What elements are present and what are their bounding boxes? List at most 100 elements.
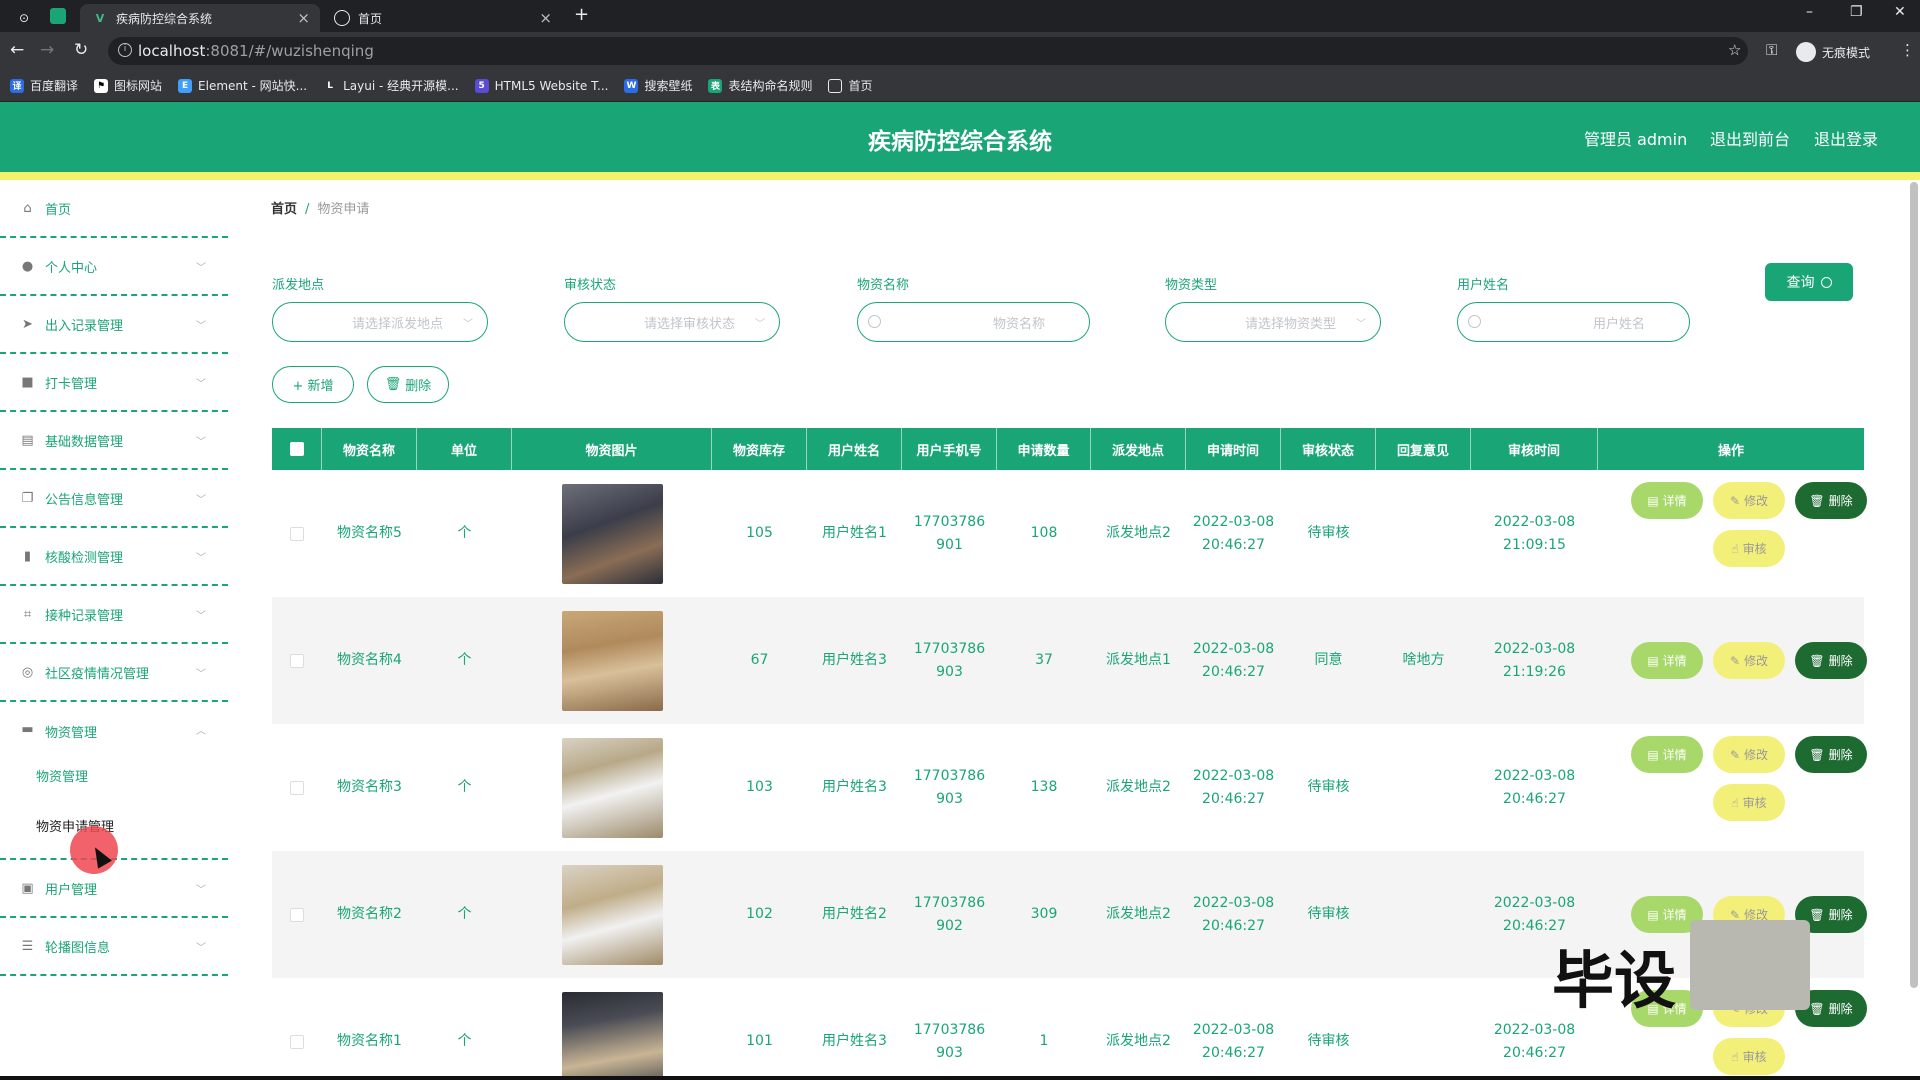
cell-unit: 个 [457,906,472,922]
tab-home[interactable]: 首页 × [322,4,562,32]
delete-button[interactable]: 🗑 删除 [1795,642,1867,679]
pinned-tab-icon[interactable] [50,8,66,24]
user-name-input[interactable]: 用户姓名 [1457,302,1690,342]
edit-button[interactable]: ✎修改 [1713,642,1785,679]
delete-button[interactable]: 🗑 删除 [1795,482,1867,519]
audit-button[interactable]: ☝ 审核 [1713,784,1785,821]
bookmark-item[interactable]: L Layui - 经典开源模... [323,77,458,94]
trash-icon: 🗑 [384,377,402,392]
row-checkbox[interactable] [272,978,322,1080]
reload-icon[interactable]: ↻ [74,40,88,60]
chevron-down-icon: ﹀ [196,668,206,680]
sidebar-item-community[interactable]: ◎ 社区疫情情况管理 ﹀ [0,644,228,702]
chevron-down-icon: ﹀ [755,319,765,330]
chevron-down-icon: ﹀ [196,884,206,896]
col-header: 审核状态 [1281,428,1376,470]
bookmark-item[interactable]: 译百度翻译 [10,77,78,94]
bookmark-item[interactable]: 首页 [828,77,873,94]
edit-button[interactable]: ✎修改 [1713,482,1785,519]
cell-name: 物资名称3 [337,779,402,795]
detail-button[interactable]: ▤ 详情 [1631,482,1703,519]
sidebar-item-carousel[interactable]: ☰ 轮播图信息 ﹀ [0,918,228,976]
bookmark-item[interactable]: 表表结构命名规则 [708,77,812,94]
exit-to-front-link[interactable]: 退出到前台 [1710,126,1790,150]
supply-name-placeholder: 物资名称 [992,316,1045,332]
supply-photo[interactable] [561,737,663,838]
row-checkbox[interactable] [272,597,322,724]
query-button[interactable]: 查询 [1765,263,1853,301]
cell-name: 物资名称5 [337,525,402,541]
type-select[interactable]: 请选择物资类型 ﹀ [1165,302,1381,342]
search-icon [868,315,881,328]
detail-icon: ▤ [1647,907,1659,922]
back-icon[interactable]: ← [10,40,24,60]
delete-label: 删除 [1828,1002,1853,1016]
sidebar-item-nucleic[interactable]: ▮ 核酸检测管理 ﹀ [0,528,228,586]
browser-menu-icon[interactable]: ⊙ [8,4,40,32]
key-icon[interactable]: ⚿ [1766,41,1777,59]
new-tab-icon[interactable]: + [574,4,589,25]
sidebar-item-access-records[interactable]: ➤ 出入记录管理 ﹀ [0,296,228,354]
incognito-badge[interactable]: 无痕模式 [1796,42,1870,62]
select-all-checkbox[interactable] [272,428,322,470]
detail-button[interactable]: ▤ 详情 [1631,642,1703,679]
cell-reply: 啥地方 [1402,652,1445,668]
bookmark-item[interactable]: W 搜索壁纸 [624,77,692,94]
audit-button[interactable]: ☝ 审核 [1713,1038,1785,1075]
breadcrumb-home[interactable]: 首页 [271,202,297,217]
cell-apply-time: 2022-03-08 20:46:27 [1192,894,1275,934]
chevron-down-icon: ﹀ [196,320,206,332]
filter-label-name: 物资名称 [857,278,910,293]
search-icon [1468,315,1481,328]
cell-place: 派发地点1 [1106,652,1171,668]
edit-label: 修改 [1744,494,1769,508]
tab-active[interactable]: V 疾病防控综合系统 × [80,4,320,32]
supply-name-input[interactable]: 物资名称 [857,302,1090,342]
row-checkbox[interactable] [272,470,322,597]
logout-link[interactable]: 退出登录 [1814,126,1878,150]
audit-button[interactable]: ☝ 审核 [1713,530,1785,567]
restore-icon[interactable]: ❐ [1850,4,1863,20]
close-window-icon[interactable]: ✕ [1894,4,1906,20]
row-checkbox[interactable] [272,724,322,851]
forward-icon[interactable]: → [40,40,54,60]
sidebar-item-users[interactable]: ▣ 用户管理 ﹀ [0,860,228,918]
supply-photo[interactable] [561,864,663,965]
batch-delete-button[interactable]: 🗑 删除 [367,366,449,403]
sidebar-item-notice[interactable]: ❐ 公告信息管理 ﹀ [0,470,228,528]
incognito-label: 无痕模式 [1822,45,1871,60]
sidebar-item-vaccination[interactable]: ⌗ 接种记录管理 ﹀ [0,586,228,644]
sidebar-item-personal[interactable]: ● 个人中心 ﹀ [0,238,228,296]
sidebar-item-base-data[interactable]: ▤ 基础数据管理 ﹀ [0,412,228,470]
url-input[interactable]: i localhost:8081/#/wuzishenqing [108,37,1748,65]
row-checkbox[interactable] [272,851,322,978]
cell-status: 待审核 [1307,779,1350,795]
cell-unit: 个 [457,1033,472,1049]
place-select[interactable]: 请选择派发地点 ﹀ [272,302,488,342]
bookmark-item[interactable]: 5 HTML5 Website T... [474,78,608,93]
supply-photo[interactable] [561,483,663,584]
info-icon[interactable]: i [118,43,132,57]
bookmark-item[interactable]: E Element - 网站快... [178,77,307,94]
edit-button[interactable]: ✎修改 [1713,736,1785,773]
watermark-blur [1690,920,1810,1010]
sidebar-item-checkin[interactable]: ■ 打卡管理 ﹀ [0,354,228,412]
close-tab-icon[interactable]: × [297,9,310,27]
filter-label-status: 审核状态 [564,278,617,293]
globe-icon [334,10,350,26]
star-icon[interactable]: ☆ [1728,41,1741,59]
supply-photo[interactable] [561,610,663,711]
bookmark-item[interactable]: ⚑ 图标网站 [94,77,162,94]
sidebar-item-home[interactable]: ⌂ 首页 [0,180,228,238]
add-button[interactable]: + 新增 [272,366,354,403]
delete-button[interactable]: 🗑 删除 [1795,736,1867,773]
minimize-icon[interactable]: – [1806,4,1813,20]
close-tab-icon[interactable]: × [539,9,552,27]
page-scrollbar[interactable] [1910,182,1918,988]
cell-unit: 个 [457,779,472,795]
supply-photo[interactable] [561,991,663,1080]
detail-button[interactable]: ▤ 详情 [1631,736,1703,773]
more-menu-icon[interactable]: ⋮ [1900,41,1915,59]
status-select[interactable]: 请选择审核状态 ﹀ [564,302,780,342]
submenu-supplies[interactable]: 物资管理 [36,766,88,785]
